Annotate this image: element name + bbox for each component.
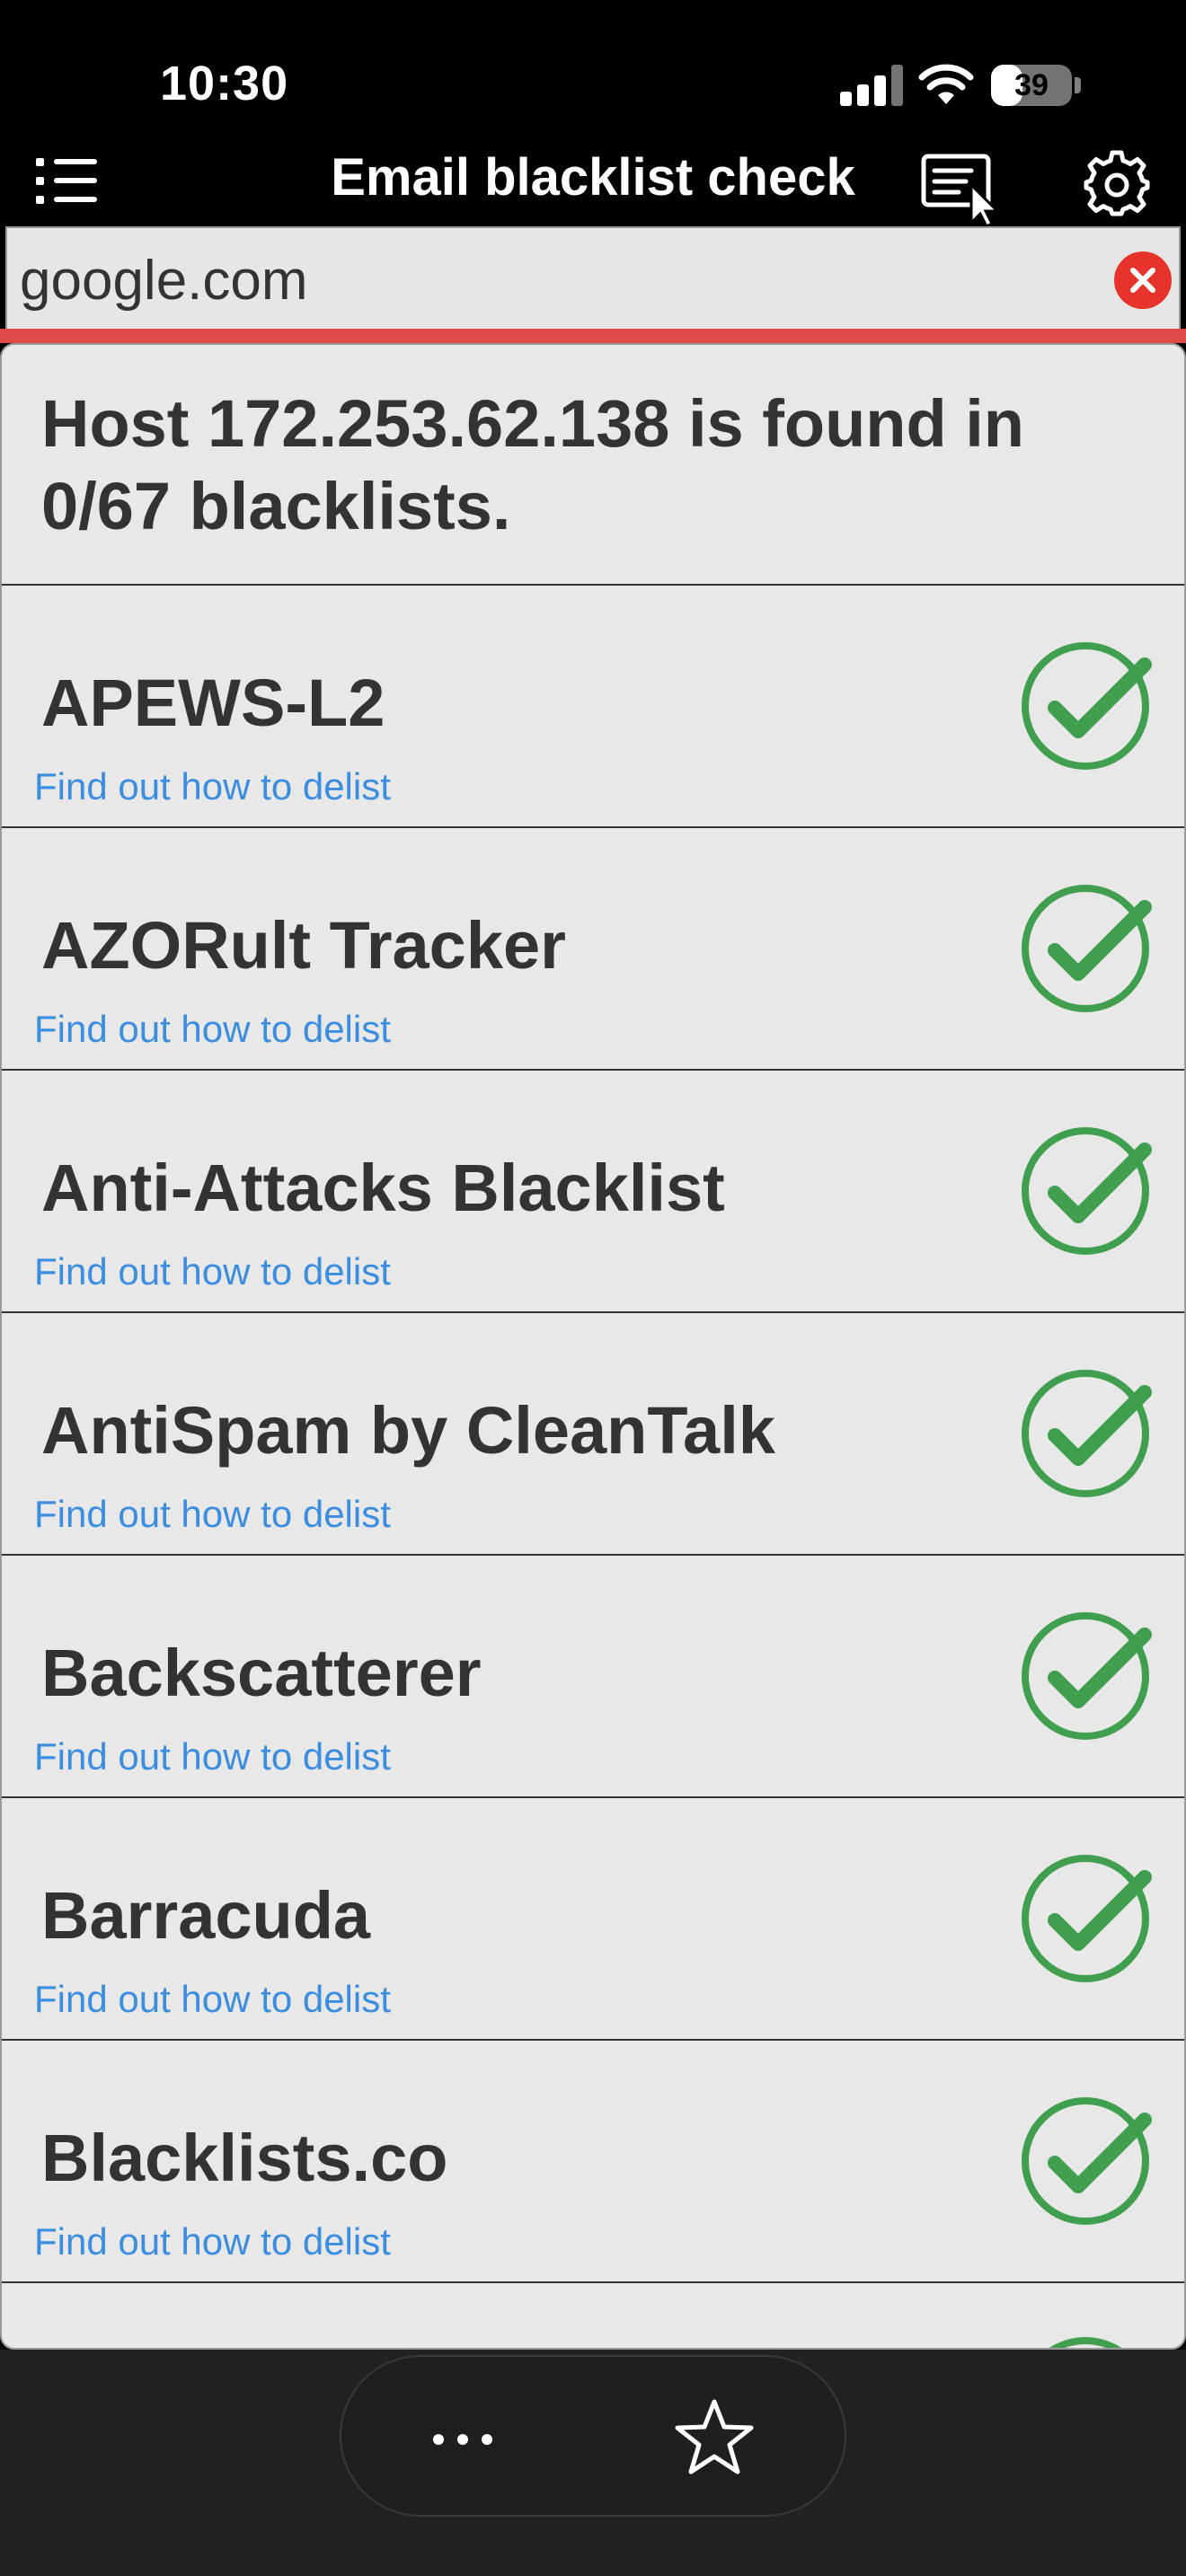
search-field (5, 226, 1181, 334)
blacklist-name: Blacklists.co (41, 2121, 448, 2195)
check-icon (1022, 642, 1152, 770)
blacklist-name: Barracuda (41, 1878, 371, 1953)
close-icon (1130, 268, 1155, 293)
delist-link[interactable]: Find out how to delist (34, 1008, 391, 1051)
check-icon (1022, 1612, 1152, 1740)
delist-link[interactable]: Find out how to delist (34, 1493, 391, 1536)
bottom-toolbar (0, 2350, 1186, 2576)
partial-row (2, 2283, 1184, 2348)
more-icon[interactable] (422, 2402, 503, 2474)
wifi-icon (918, 64, 974, 104)
app-screen: 10:30 39 Email blacklist check google.co… (0, 0, 1186, 2576)
blacklist-name: APEWS-L2 (41, 666, 385, 740)
page-title: Email blacklist check (331, 148, 855, 207)
status-time: 10:30 (160, 57, 289, 110)
blacklist-row: Barracuda Find out how to delist (2, 1798, 1184, 2041)
battery-level: 39 (1014, 68, 1049, 102)
domain-input[interactable] (20, 246, 1062, 314)
blacklist-row: AZORult Tracker Find out how to delist (2, 828, 1184, 1071)
blacklist-row: Backscatterer Find out how to delist (2, 1556, 1184, 1798)
result-summary: Host 172.253.62.138 is found in 0/67 bla… (2, 345, 1184, 586)
blacklist-name: Backscatterer (41, 1636, 482, 1710)
check-icon (1022, 2097, 1152, 2225)
results-panel: Host 172.253.62.138 is found in 0/67 bla… (0, 343, 1186, 2350)
toolbar-pill (340, 2355, 846, 2517)
battery-cap (1075, 77, 1081, 93)
blacklist-row: Anti-Attacks Blacklist Find out how to de… (2, 1071, 1184, 1313)
summary-text: Host 172.253.62.138 is found in 0/67 bla… (41, 386, 1024, 543)
check-icon (1022, 885, 1152, 1012)
blacklist-row: APEWS-L2 Find out how to delist (2, 586, 1184, 828)
delist-link[interactable]: Find out how to delist (34, 765, 391, 808)
gear-icon[interactable] (1083, 149, 1151, 217)
blacklist-name: AntiSpam by CleanTalk (41, 1393, 775, 1468)
check-icon (1022, 1370, 1152, 1497)
cellular-signal-icon (840, 65, 903, 106)
check-icon (1019, 2337, 1152, 2348)
blacklist-row: AntiSpam by CleanTalk Find out how to del… (2, 1313, 1184, 1556)
blacklist-name: AZORult Tracker (41, 908, 566, 983)
blacklist-name: Anti-Attacks Blacklist (41, 1151, 725, 1225)
clear-input-button[interactable] (1114, 251, 1172, 309)
accent-strip (0, 329, 1186, 343)
blacklist-row: Blacklists.co Find out how to delist (2, 2041, 1184, 2283)
nav-bar: Email blacklist check (0, 135, 1186, 228)
delist-link[interactable]: Find out how to delist (34, 1978, 391, 2021)
console-cursor-icon[interactable] (921, 153, 1002, 228)
check-icon (1022, 1127, 1152, 1255)
check-icon (1022, 1855, 1152, 1982)
status-bar: 10:30 39 (0, 0, 1186, 153)
battery-icon: 39 (991, 65, 1072, 106)
delist-link[interactable]: Find out how to delist (34, 1735, 391, 1778)
delist-link[interactable]: Find out how to delist (34, 2220, 391, 2263)
delist-link[interactable]: Find out how to delist (34, 1250, 391, 1293)
star-icon[interactable] (674, 2396, 755, 2477)
